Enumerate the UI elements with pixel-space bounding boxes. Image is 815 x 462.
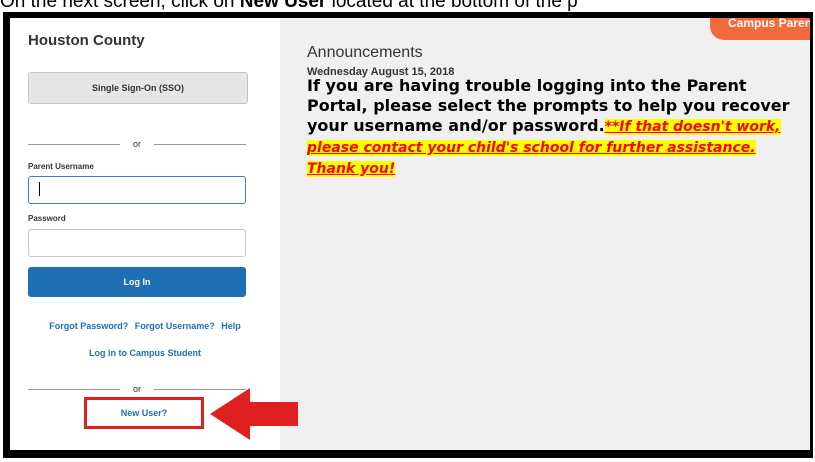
caption-text-after: located at the bottom of the p <box>326 0 578 12</box>
red-arrow-icon <box>210 388 298 440</box>
username-input[interactable] <box>28 176 246 204</box>
help-links: Forgot Password? Forgot Username? Help <box>10 321 280 331</box>
announcement-body: If you are having trouble logging into t… <box>307 76 793 179</box>
sso-button[interactable]: Single Sign-On (SSO) <box>28 72 248 104</box>
username-label: Parent Username <box>28 162 94 171</box>
log-in-button[interactable]: Log In <box>28 267 246 297</box>
forgot-password-link[interactable]: Forgot Password? <box>49 321 128 331</box>
caption-text-before: On the next screen, click on <box>0 0 240 12</box>
text-caret <box>39 182 40 196</box>
new-user-link[interactable]: New User? <box>84 397 204 429</box>
campus-student-link[interactable]: Log in to Campus Student <box>10 348 280 358</box>
help-link[interactable]: Help <box>221 321 241 331</box>
divider-line <box>154 144 246 145</box>
or-divider: or <box>28 137 246 151</box>
caption-bold-text: New User <box>239 0 327 12</box>
forgot-username-link[interactable]: Forgot Username? <box>135 321 215 331</box>
announcements-title: Announcements <box>307 44 423 61</box>
password-label: Password <box>28 214 66 223</box>
district-title: Houston County <box>28 32 145 49</box>
campus-parent-badge: Campus Parent <box>710 18 810 40</box>
password-input[interactable] <box>28 229 246 257</box>
